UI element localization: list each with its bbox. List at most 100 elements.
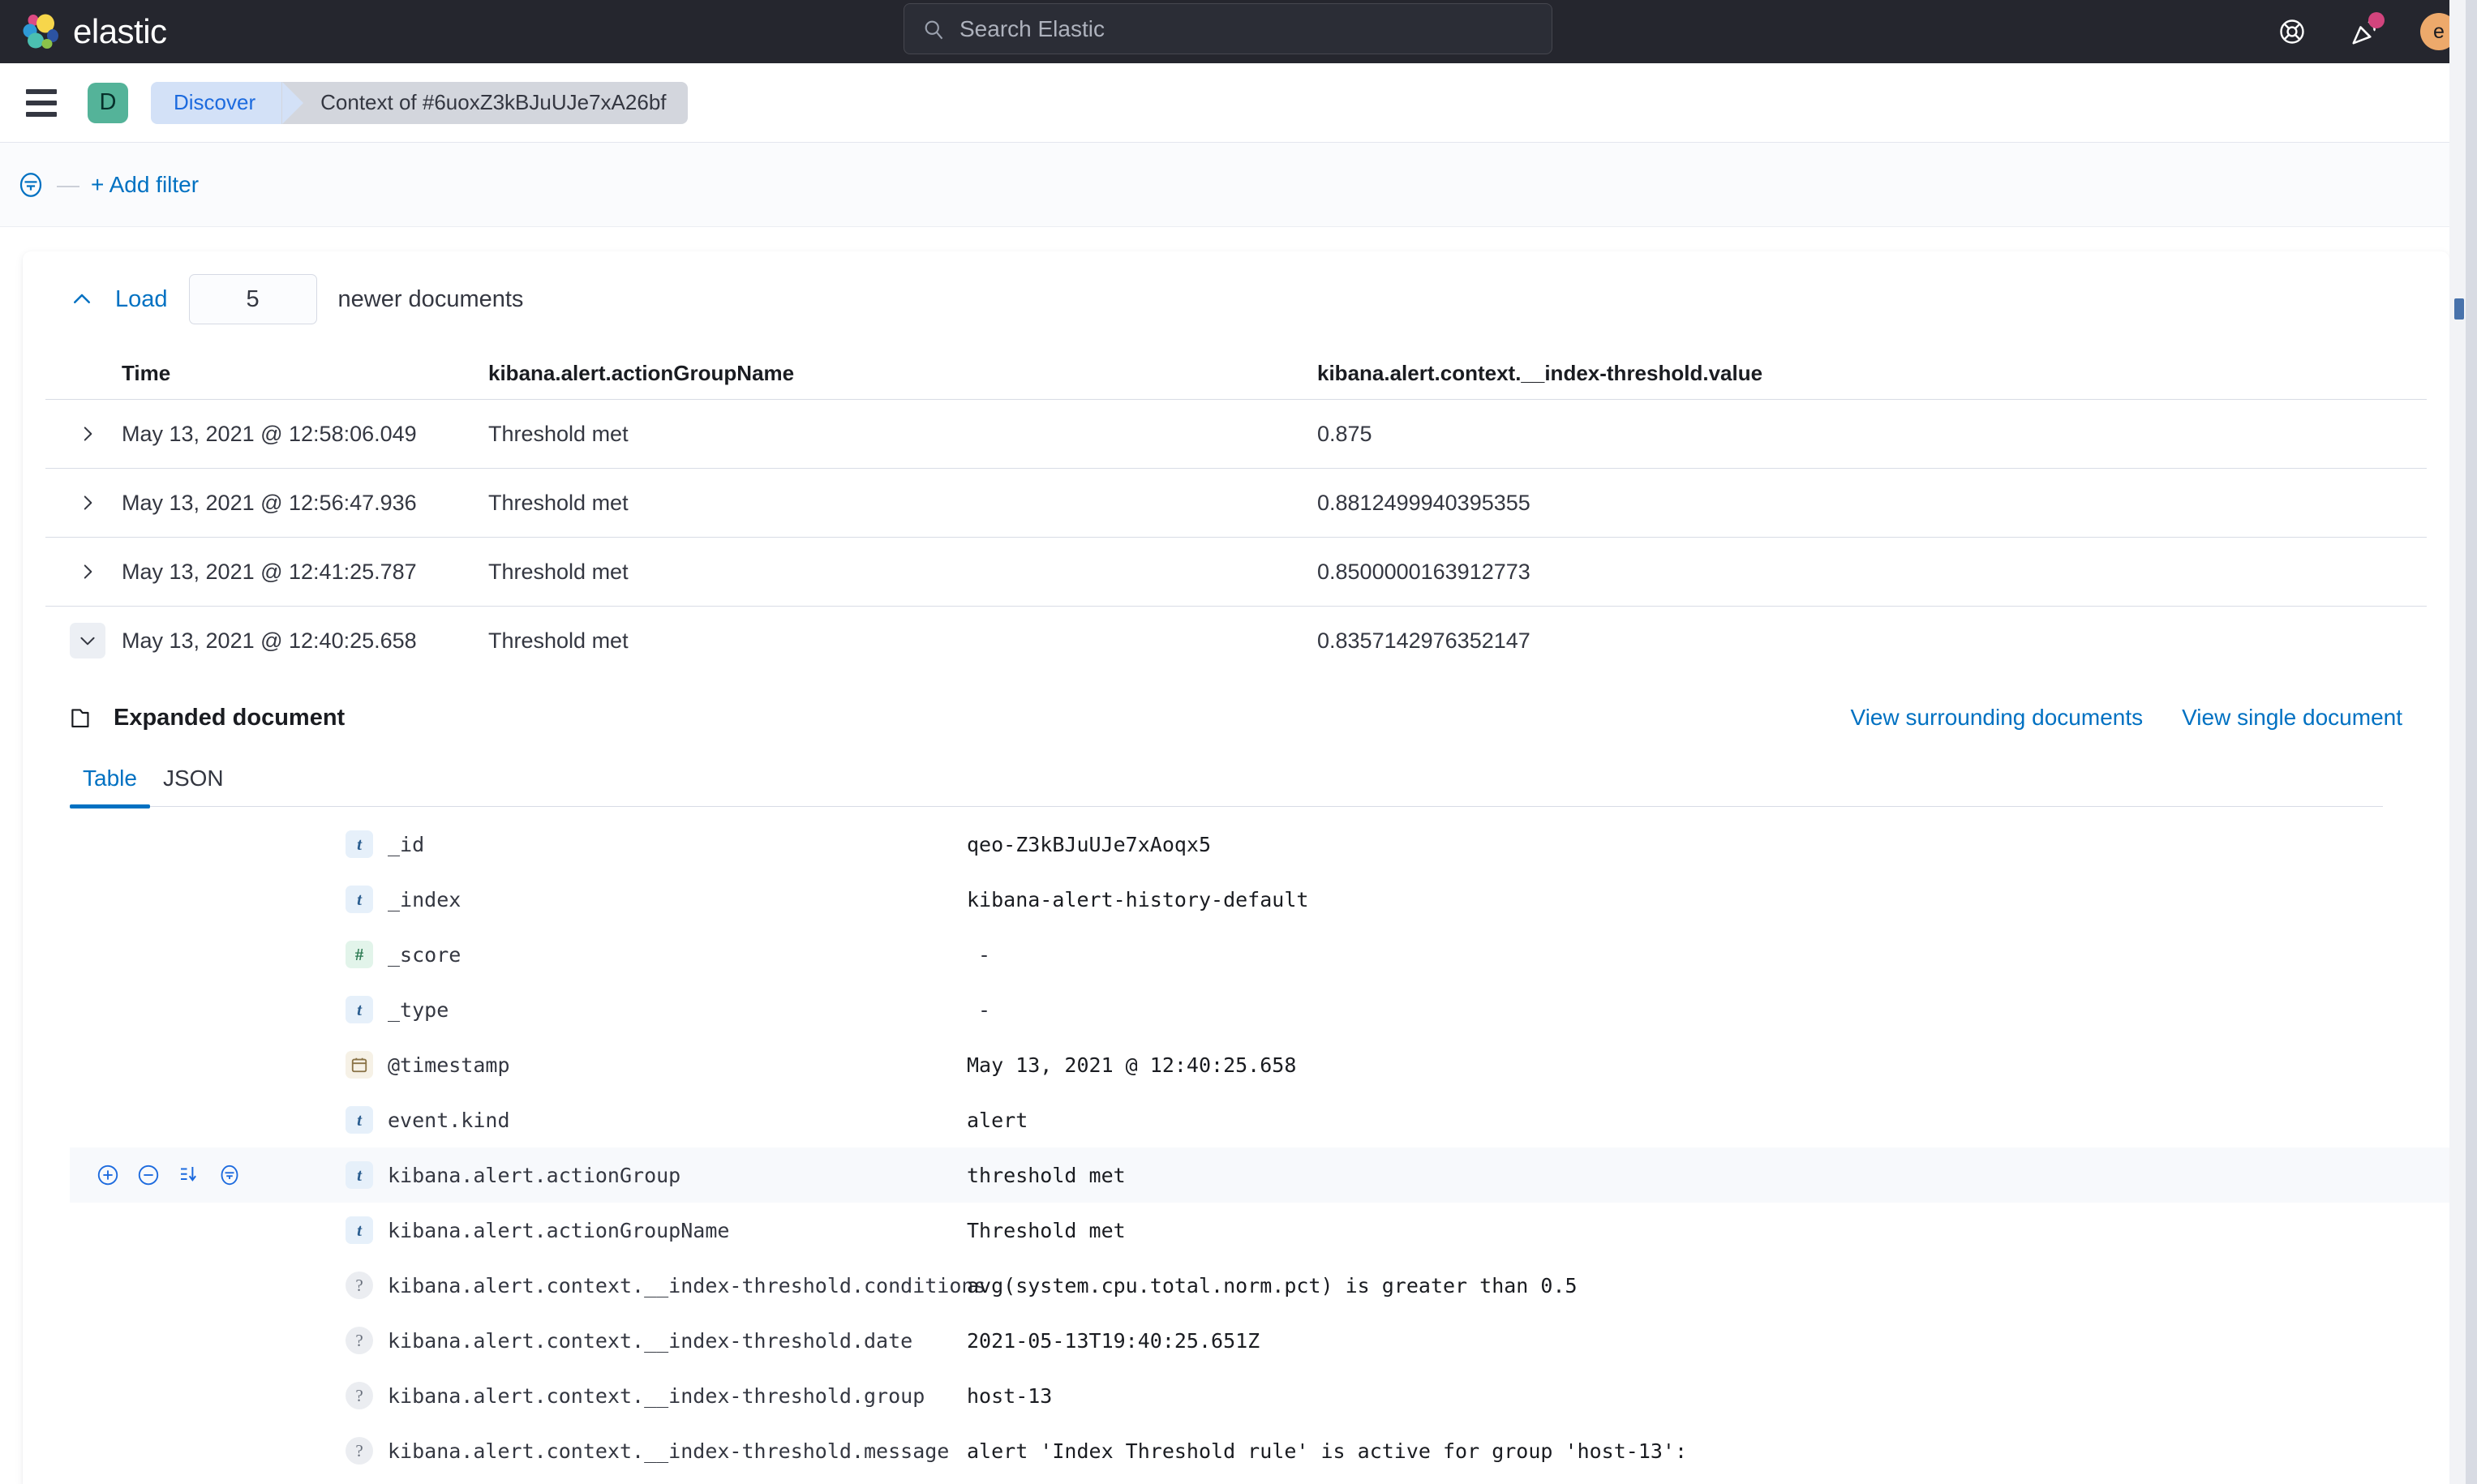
field-type-unknown-icon: ? — [346, 1437, 373, 1465]
field-name: _id — [388, 832, 425, 856]
breadcrumb-item-context[interactable]: Context of #6uoxZ3kBJuUJe7xA26bf — [281, 81, 688, 124]
hamburger-line — [26, 111, 57, 117]
scrollbar-thumb[interactable] — [2454, 298, 2464, 320]
lifebuoy-icon — [2280, 19, 2304, 44]
row-actions — [70, 1163, 346, 1187]
expanded-document-section: Expanded document View surrounding docum… — [23, 689, 2449, 1478]
field-value: kibana-alert-history-default — [967, 887, 1309, 911]
cell-time: May 13, 2021 @ 12:56:47.936 — [122, 490, 417, 515]
field-type-string-icon: t — [346, 996, 373, 1023]
chevron-down-icon — [80, 637, 95, 645]
field-name: event.kind — [388, 1108, 510, 1132]
load-newer-suffix: newer documents — [337, 285, 524, 312]
toggle-column-in-table-icon[interactable] — [177, 1163, 201, 1187]
field-name: kibana.alert.actionGroup — [388, 1163, 681, 1187]
field-value: - — [978, 997, 991, 1022]
field-name: _type — [388, 997, 449, 1022]
page-right-gutter — [2449, 0, 2466, 1484]
context-panel: Load newer documents Time kibana.alert.a… — [23, 251, 2449, 1484]
list-item[interactable]: t kibana.alert.actionGroup threshold met — [70, 1147, 2449, 1203]
tab-table[interactable]: Table — [70, 766, 150, 808]
brand-name: elastic — [73, 12, 167, 50]
view-surrounding-documents-link[interactable]: View surrounding documents — [1851, 705, 2144, 731]
global-search[interactable] — [904, 3, 1552, 54]
cell-action-group-name: Threshold met — [488, 628, 629, 653]
field-value: alert 'Index Threshold rule' is active f… — [967, 1439, 1688, 1463]
field-value: May 13, 2021 @ 12:40:25.658 — [967, 1053, 1297, 1077]
load-newer-label[interactable]: Load — [115, 286, 168, 313]
list-item[interactable]: t event.kind alert — [70, 1092, 2449, 1147]
field-name: kibana.alert.context.__index-threshold.m… — [388, 1439, 950, 1463]
expanded-document-header: Expanded document View surrounding docum… — [70, 689, 2402, 746]
cell-threshold-value: 0.8812499940395355 — [1317, 490, 1530, 515]
expanded-document-title: Expanded document — [114, 704, 346, 731]
list-item[interactable]: ? kibana.alert.context.__index-threshold… — [70, 1313, 2449, 1368]
list-item[interactable]: ? kibana.alert.context.__index-threshold… — [70, 1423, 2449, 1478]
cell-action-group-name: Threshold met — [488, 559, 629, 584]
filter-out-value-icon[interactable] — [136, 1163, 161, 1187]
add-filter-button[interactable]: + Add filter — [91, 172, 199, 198]
list-item[interactable]: ? kibana.alert.context.__index-threshold… — [70, 1368, 2449, 1423]
field-name: kibana.alert.actionGroupName — [388, 1218, 730, 1242]
field-type-string-icon: t — [346, 886, 373, 913]
load-newer-count-input[interactable] — [188, 274, 317, 324]
list-item[interactable]: @timestamp May 13, 2021 @ 12:40:25.658 — [70, 1037, 2449, 1092]
expand-row-button[interactable] — [70, 485, 105, 521]
table-row[interactable]: May 13, 2021 @ 12:41:25.787 Threshold me… — [45, 537, 2427, 606]
filter-for-value-icon[interactable] — [96, 1163, 120, 1187]
breadcrumb-item-discover[interactable]: Discover — [151, 81, 304, 124]
breadcrumb: Discover Context of #6uoxZ3kBJuUJe7xA26b… — [151, 81, 688, 124]
chevron-right-icon — [84, 495, 92, 510]
field-type-string-icon: t — [346, 1216, 373, 1244]
chevron-right-icon — [84, 427, 92, 441]
collapse-row-button[interactable] — [70, 623, 105, 658]
brand[interactable]: elastic — [21, 14, 167, 49]
list-item[interactable]: # _score - — [70, 927, 2449, 982]
filter-bar-separator: — — [57, 171, 79, 197]
filter-for-field-present-icon[interactable] — [217, 1163, 242, 1187]
field-type-unknown-icon: ? — [346, 1382, 373, 1409]
field-type-string-icon: t — [346, 1161, 373, 1189]
search-icon — [925, 20, 943, 39]
list-item[interactable]: ? kibana.alert.context.__index-threshold… — [70, 1258, 2449, 1313]
announcements-badge — [2368, 12, 2385, 28]
page-scrollbar[interactable] — [2466, 0, 2477, 1484]
cell-time: May 13, 2021 @ 12:41:25.787 — [122, 559, 417, 584]
expand-row-button[interactable] — [70, 416, 105, 452]
filter-options-button[interactable] — [16, 170, 45, 199]
table-row[interactable]: May 13, 2021 @ 12:58:06.049 Threshold me… — [45, 399, 2427, 468]
cell-time: May 13, 2021 @ 12:40:25.658 — [122, 628, 417, 653]
field-value: 2021-05-13T19:40:25.651Z — [967, 1328, 1260, 1353]
cell-threshold-value: 0.875 — [1317, 421, 1372, 446]
load-newer-documents-row: Load newer documents — [23, 251, 2449, 347]
context-documents-table: Time kibana.alert.actionGroupName kibana… — [23, 347, 2449, 675]
announcements-button[interactable] — [2347, 12, 2385, 49]
column-header-time: Time — [122, 360, 171, 385]
tab-json[interactable]: JSON — [150, 766, 237, 806]
list-item[interactable]: t _index kibana-alert-history-default — [70, 872, 2449, 927]
context-table-header: Time kibana.alert.actionGroupName kibana… — [45, 347, 2427, 399]
field-name: _score — [388, 942, 461, 967]
field-value: qeo-Z3kBJuUJe7xAoqx5 — [967, 832, 1212, 856]
app-root: elastic Search Elastic e D Discover Cont… — [0, 0, 2477, 1484]
column-header-threshold-value: kibana.alert.context.__index-threshold.v… — [1317, 360, 1763, 385]
table-row[interactable]: May 13, 2021 @ 12:40:25.658 Threshold me… — [45, 606, 2427, 675]
menu-toggle-button[interactable] — [26, 85, 62, 121]
search-input[interactable] — [959, 15, 1495, 42]
expand-row-button[interactable] — [70, 554, 105, 590]
hamburger-line — [26, 88, 57, 94]
view-single-document-link[interactable]: View single document — [2182, 705, 2402, 731]
list-item[interactable]: t _type - — [70, 982, 2449, 1037]
hamburger-line — [26, 100, 57, 105]
global-search-box[interactable] — [904, 3, 1552, 54]
list-item[interactable]: t kibana.alert.actionGroupName Threshold… — [70, 1203, 2449, 1258]
cell-action-group-name: Threshold met — [488, 421, 629, 446]
app-badge-discover[interactable]: D — [88, 82, 128, 123]
table-row[interactable]: May 13, 2021 @ 12:56:47.936 Threshold me… — [45, 468, 2427, 537]
collapse-newer-button[interactable] — [70, 287, 94, 311]
help-button[interactable] — [2274, 14, 2310, 49]
breadcrumb-bar: D Discover Context of #6uoxZ3kBJuUJe7xA2… — [0, 63, 2477, 143]
list-item[interactable]: t _id qeo-Z3kBJuUJe7xAoqx5 — [70, 817, 2449, 872]
field-value: threshold met — [967, 1163, 1126, 1187]
chevron-up-icon — [74, 294, 90, 303]
